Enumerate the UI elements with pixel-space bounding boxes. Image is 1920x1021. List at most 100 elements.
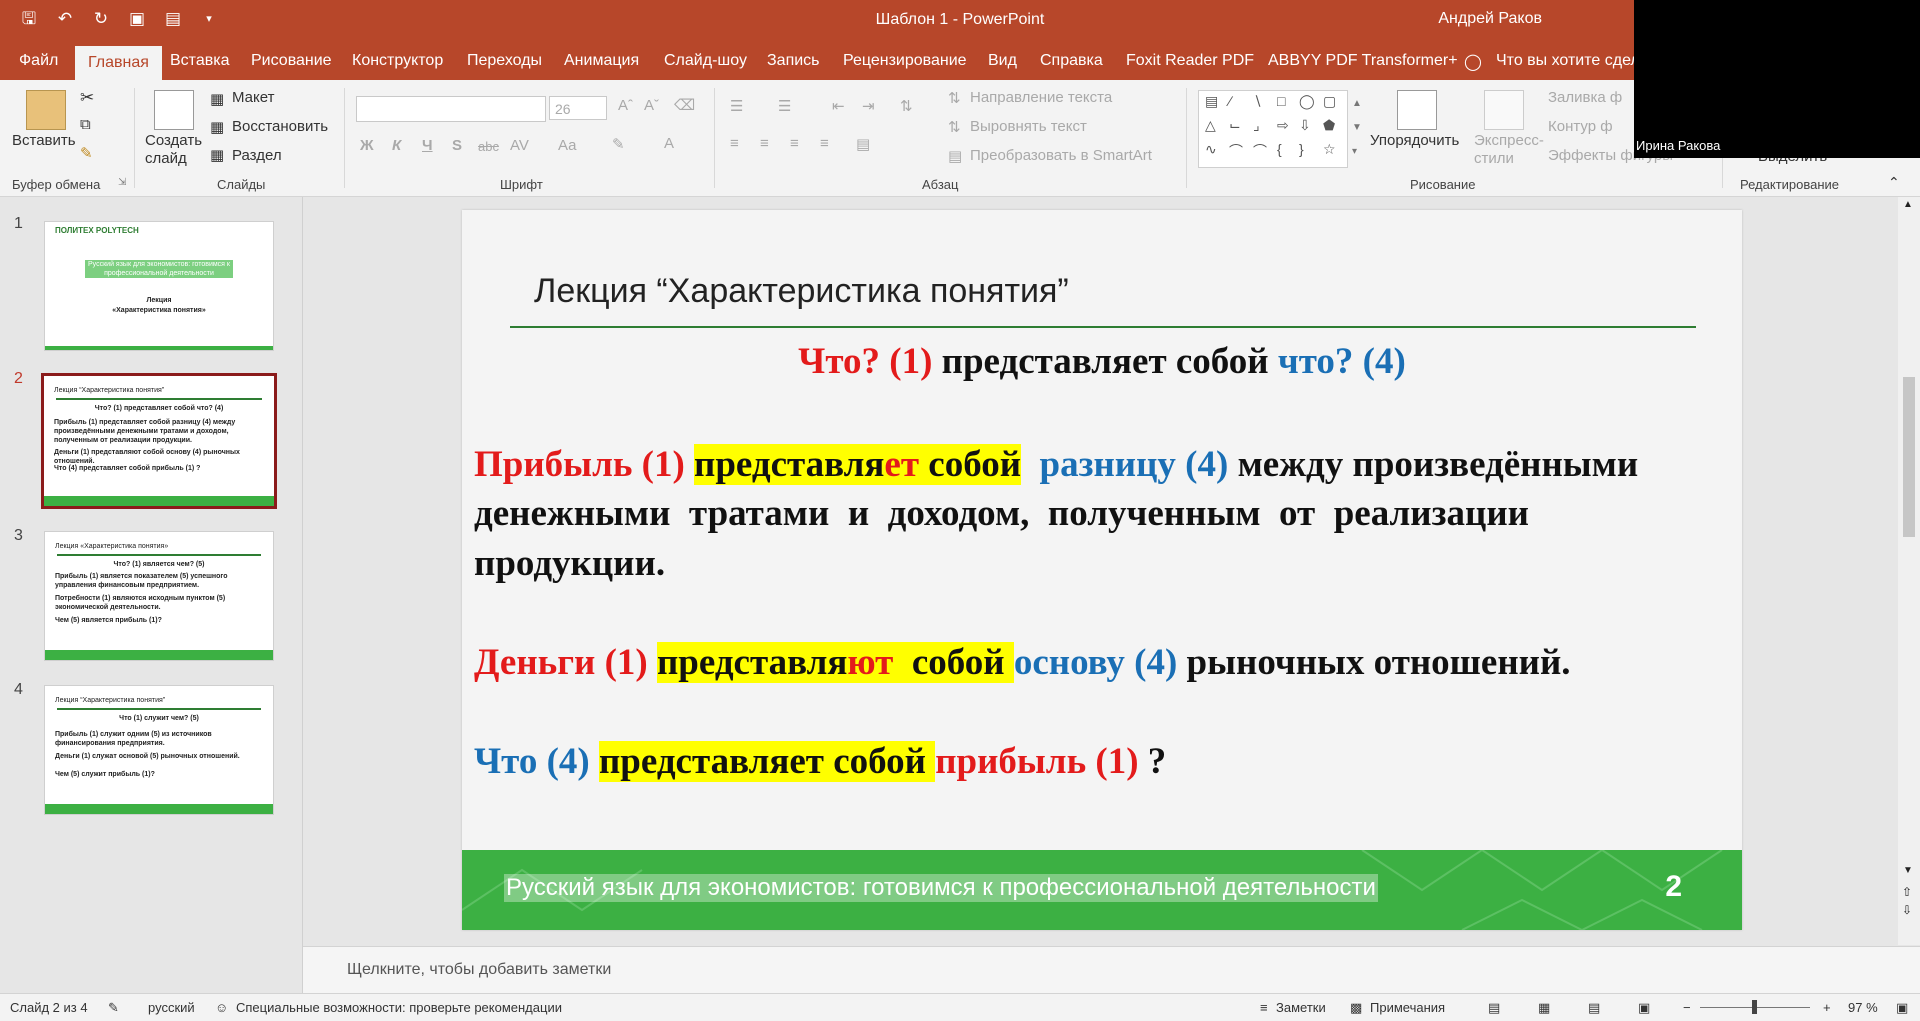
numbering-icon[interactable]: ☰	[778, 97, 791, 115]
dialog-launcher-icon[interactable]: ⇲	[118, 177, 126, 188]
quick-styles-button[interactable]: Экспресс-стили	[1474, 132, 1544, 168]
textbox-shape-icon[interactable]: ▤	[1205, 93, 1218, 110]
tell-me-search[interactable]: Что вы хотите сдела	[1496, 52, 1649, 70]
curve-shape-icon[interactable]: ⌒	[1253, 141, 1267, 161]
slide-thumbnail-3[interactable]: Лекция «Характеристика понятия» Что? (1)…	[44, 531, 274, 661]
zoom-in-icon[interactable]: +	[1823, 1000, 1831, 1015]
fit-slide-icon[interactable]: ▣	[1896, 1000, 1908, 1016]
tab-design[interactable]: Конструктор	[352, 52, 443, 70]
shrink-font-icon[interactable]: Aˇ	[644, 97, 659, 114]
spellcheck-icon[interactable]: ✎	[108, 1000, 119, 1016]
freeform-shape-icon[interactable]: ∿	[1205, 141, 1217, 158]
align-center-icon[interactable]: ≡	[760, 135, 769, 152]
shadow-button[interactable]: S	[452, 137, 462, 154]
footer-text[interactable]: Русский язык для экономистов: готовимся …	[504, 874, 1378, 902]
tab-animations[interactable]: Анимация	[564, 52, 639, 70]
reset-button[interactable]: Восстановить	[232, 118, 328, 135]
shapes-gallery[interactable]: ▤ ∕ ∖ □ ◯ ▢ △ ⌙ ⌟ ⇨ ⇩ ⬟ ∿ ⌒ ⌒ { } ☆	[1198, 90, 1348, 168]
shape-fill-button[interactable]: Заливка ф	[1548, 89, 1622, 106]
tab-file[interactable]: Файл	[19, 52, 58, 70]
align-text-button[interactable]: Выровнять текст	[970, 118, 1087, 135]
decrease-indent-icon[interactable]: ⇤	[832, 97, 845, 115]
sentence-1-line-3[interactable]: продукции.	[474, 542, 665, 585]
triangle-shape-icon[interactable]: △	[1205, 117, 1216, 134]
slide-canvas[interactable]: Лекция “Характеристика понятия” Что? (1)…	[462, 210, 1742, 930]
italic-button[interactable]: К	[392, 137, 401, 154]
copy-icon[interactable]: ⧉	[80, 116, 91, 133]
comments-toggle[interactable]: Примечания	[1370, 1000, 1445, 1015]
arrow-right-shape-icon[interactable]: ⇨	[1277, 117, 1289, 134]
line-shape-icon[interactable]: ∕	[1229, 93, 1231, 109]
notes-placeholder[interactable]: Щелкните, чтобы добавить заметки	[347, 961, 611, 979]
layout-button[interactable]: Макет	[232, 89, 274, 106]
sentence-1-line-2[interactable]: денежными тратами и доходом, полученным …	[474, 492, 1529, 535]
brace-right-shape-icon[interactable]: }	[1299, 141, 1304, 157]
tab-abbyy[interactable]: ABBYY PDF Transformer+	[1268, 52, 1458, 70]
language-indicator[interactable]: русский	[148, 1000, 195, 1015]
vertical-scrollbar[interactable]: ▲ ▼ ⇧ ⇩	[1898, 197, 1920, 945]
line-shape-icon[interactable]: ∖	[1253, 93, 1262, 110]
collapse-ribbon-icon[interactable]: ⌃	[1888, 174, 1900, 191]
cut-icon[interactable]: ✂	[80, 88, 94, 108]
slide-sorter-icon[interactable]: ▦	[1538, 1000, 1550, 1016]
new-slide-icon[interactable]	[154, 90, 194, 130]
tab-transitions[interactable]: Переходы	[467, 52, 542, 70]
scroll-down-icon[interactable]: ▼	[1903, 865, 1913, 876]
shape-outline-button[interactable]: Контур ф	[1548, 118, 1613, 135]
zoom-slider-thumb[interactable]	[1752, 1000, 1757, 1014]
grow-font-icon[interactable]: Aˆ	[618, 97, 633, 114]
new-slide-button[interactable]: Создать слайд	[145, 132, 205, 168]
tab-help[interactable]: Справка	[1040, 52, 1103, 70]
justify-icon[interactable]: ≡	[820, 135, 829, 152]
user-name[interactable]: Андрей Раков	[1438, 10, 1542, 28]
arrow-down-shape-icon[interactable]: ⇩	[1299, 117, 1311, 134]
columns-icon[interactable]: ▤	[856, 135, 870, 153]
bold-button[interactable]: Ж	[360, 137, 374, 154]
tab-draw[interactable]: Рисование	[251, 52, 332, 70]
bullets-icon[interactable]: ☰	[730, 97, 743, 115]
previous-slide-icon[interactable]: ⇧	[1902, 885, 1912, 899]
paste-icon[interactable]	[26, 90, 66, 130]
slide-thumbnail-2[interactable]: Лекция “Характеристика понятия” Что? (1)…	[41, 373, 277, 509]
slide-title[interactable]: Лекция “Характеристика понятия”	[534, 272, 1069, 311]
accessibility-status[interactable]: Специальные возможности: проверьте реком…	[236, 1000, 562, 1015]
pattern-line[interactable]: Что? (1) представляет собой что? (4)	[462, 340, 1742, 383]
sentence-3[interactable]: Что (4) представляет собой прибыль (1) ?	[474, 740, 1166, 783]
smartart-button[interactable]: Преобразовать в SmartArt	[970, 147, 1152, 164]
increase-indent-icon[interactable]: ⇥	[862, 97, 875, 115]
notes-pane[interactable]: Щелкните, чтобы добавить заметки	[303, 946, 1920, 993]
tab-review[interactable]: Рецензирование	[843, 52, 967, 70]
arrange-icon[interactable]	[1397, 90, 1437, 130]
slideshow-view-icon[interactable]: ▣	[1638, 1000, 1650, 1016]
align-left-icon[interactable]: ≡	[730, 135, 739, 152]
slide-thumbnail-1[interactable]: ПОЛИТЕХ POLYTECH Русский язык для эконом…	[44, 221, 274, 351]
brace-left-shape-icon[interactable]: {	[1277, 141, 1282, 157]
connector-shape-icon[interactable]: ⌙	[1229, 117, 1241, 134]
font-size-field[interactable]: 26	[549, 96, 607, 120]
reading-view-icon[interactable]: ▤	[1588, 1000, 1600, 1016]
section-button[interactable]: Раздел	[232, 147, 282, 164]
tab-record[interactable]: Запись	[767, 52, 820, 70]
oval-shape-icon[interactable]: ◯	[1299, 93, 1315, 110]
tab-foxit[interactable]: Foxit Reader PDF	[1126, 52, 1254, 70]
star-shape-icon[interactable]: ☆	[1323, 141, 1336, 158]
format-painter-icon[interactable]: ✎	[80, 144, 93, 162]
tab-slideshow[interactable]: Слайд-шоу	[664, 52, 747, 70]
font-color-icon[interactable]: A	[664, 135, 674, 152]
scroll-up-icon[interactable]: ▲	[1903, 199, 1913, 210]
arrange-button[interactable]: Упорядочить	[1370, 132, 1459, 149]
highlight-icon[interactable]: ✎	[612, 135, 625, 153]
rectangle-shape-icon[interactable]: □	[1277, 93, 1285, 109]
change-case-button[interactable]: Аа	[558, 137, 577, 154]
notes-toggle[interactable]: Заметки	[1276, 1000, 1326, 1015]
line-spacing-icon[interactable]: ⇅	[900, 97, 913, 115]
sentence-1-line-1[interactable]: Прибыль (1) представляет собой разницу (…	[474, 443, 1638, 486]
paste-button[interactable]: Вставить	[12, 132, 76, 149]
zoom-out-icon[interactable]: −	[1683, 1000, 1691, 1015]
align-right-icon[interactable]: ≡	[790, 135, 799, 152]
tab-home[interactable]: Главная	[75, 46, 162, 80]
connector-shape-icon[interactable]: ⌟	[1253, 117, 1260, 134]
quick-styles-icon[interactable]	[1484, 90, 1524, 130]
underline-button[interactable]: Ч	[422, 137, 433, 154]
scroll-thumb[interactable]	[1903, 377, 1915, 537]
